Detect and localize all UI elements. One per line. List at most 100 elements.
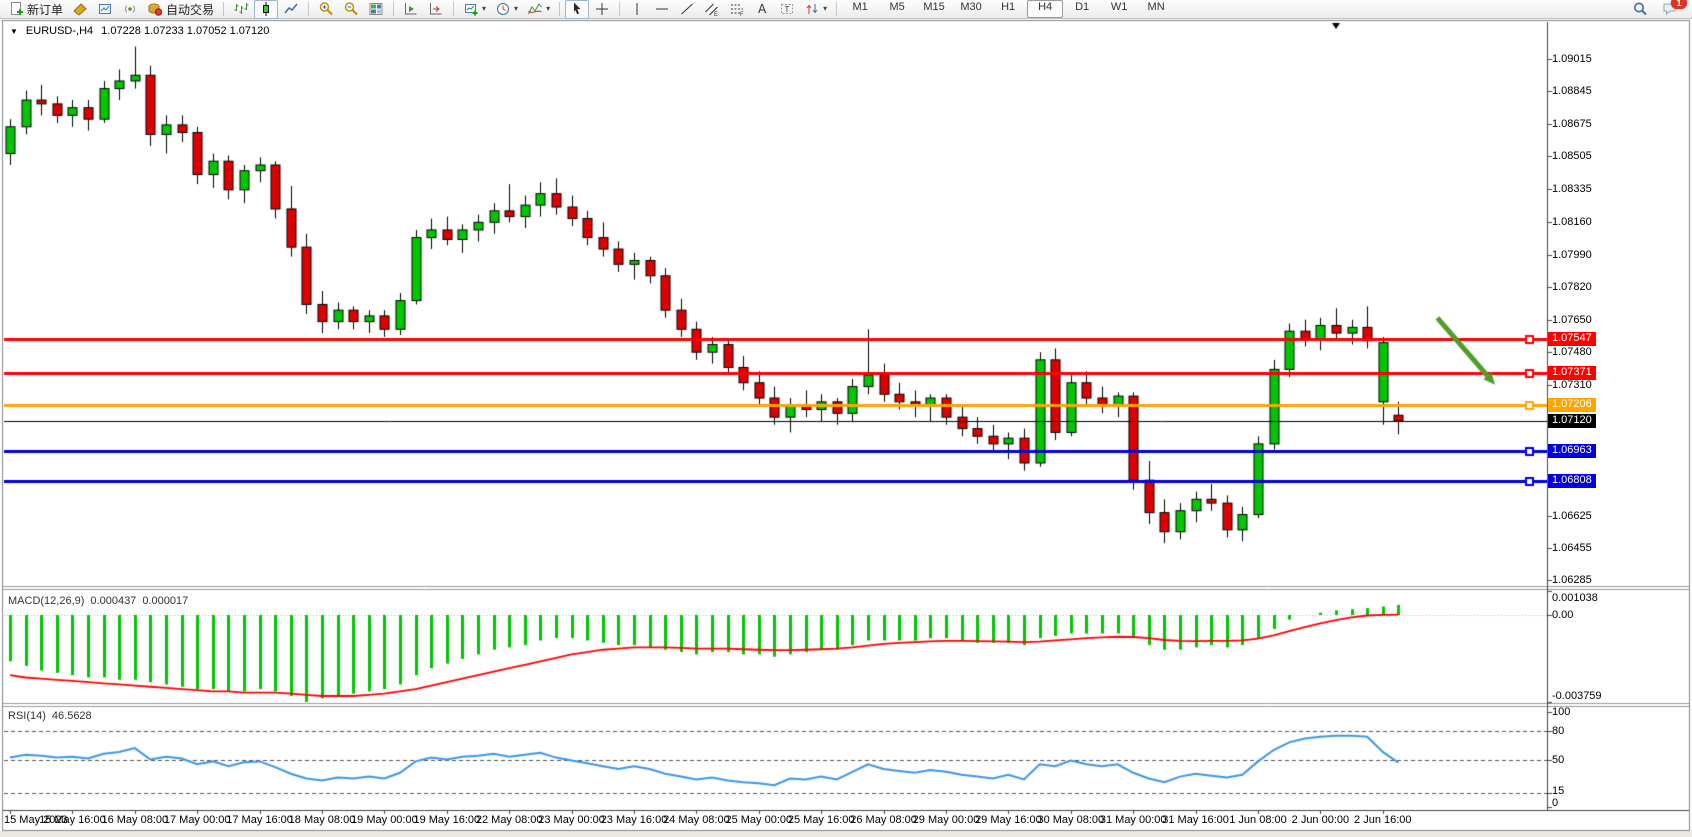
search-icon [1632,1,1648,17]
zoom-out-icon [343,1,359,17]
price-chart-canvas[interactable] [0,0,1692,837]
new-chart-icon [463,1,479,17]
tile-windows-icon [368,1,384,17]
market-watch-button[interactable] [93,0,117,19]
price-tick-label: 1.08335 [1552,183,1592,195]
price-tick-label: 1.06285 [1552,574,1592,586]
macd-name: MACD(12,26,9) [8,595,84,607]
chevron-down-icon: ▾ [823,5,827,13]
price-tick-label: 1.06625 [1552,510,1592,522]
auto-scroll-icon [403,1,419,17]
svg-text:F: F [740,12,744,17]
indicators-icon [527,1,543,17]
zoom-in-button[interactable] [314,0,338,19]
mt4-terminal: 新订单 自动交易 [0,0,1692,837]
price-tick-label: 1.07990 [1552,249,1592,261]
price-tick-label: 1.07310 [1552,379,1592,391]
chart-window-icon [97,1,113,17]
rsi-indicator-label: RSI(14) 46.5628 [8,710,92,722]
cursor-tool-button[interactable] [565,0,589,19]
auto-trading-button[interactable]: 自动交易 [143,0,218,19]
timeframe-button-h1[interactable]: H1 [990,0,1026,18]
crosshair-tool-button[interactable] [590,0,614,19]
auto-trading-icon [147,1,163,17]
chart-shift-icon [428,1,444,17]
toolbar: 新订单 自动交易 [0,0,1692,19]
bar-chart-type-button[interactable] [229,0,253,19]
community-chat-button[interactable]: 1 [1658,0,1682,19]
crosshair-icon [594,1,610,17]
level-price-badge: 1.07547 [1548,332,1596,346]
horizontal-line-tool-button[interactable] [650,0,674,19]
symbol-dropdown-icon[interactable]: ▼ [10,27,18,36]
fibonacci-icon: F [729,1,745,17]
zoom-in-icon [318,1,334,17]
ohlc-values: 1.07228 1.07233 1.07052 1.07120 [101,25,269,37]
chart-title: ▼ EURUSD-,H4 1.07228 1.07233 1.07052 1.0… [10,25,269,37]
tile-windows-button[interactable] [364,0,388,19]
clock-icon [495,1,511,17]
text-label-tool-button[interactable]: T [775,0,799,19]
rsi-name: RSI(14) [8,710,46,722]
timeframe-button-mn[interactable]: MN [1138,0,1174,18]
timeframe-group: M1M5M15M30H1H4D1W1MN [842,0,1174,18]
zoom-out-button[interactable] [339,0,363,19]
rsi-scale-label: 15 [1552,785,1564,797]
chart-shift-button[interactable] [424,0,448,19]
arrows-tool-dropdown[interactable]: ▾ [800,0,831,19]
time-axis-label: 2 Jun 16:00 [1341,814,1425,826]
broadcast-icon [122,1,138,17]
rsi-scale-label: 100 [1552,706,1570,718]
current-price-badge: 1.07120 [1548,414,1596,428]
signals-button[interactable] [118,0,142,19]
svg-text:E: E [714,12,718,17]
level-price-badge: 1.06963 [1548,444,1596,458]
vertical-line-tool-button[interactable] [625,0,649,19]
price-tick-label: 1.08675 [1552,118,1592,130]
price-tick-label: 1.07820 [1552,281,1592,293]
cursor-icon [569,1,585,17]
macd-scale-label: -0.003759 [1552,690,1602,702]
timeframe-button-w1[interactable]: W1 [1101,0,1137,18]
toolbar-separator [453,2,454,16]
indicators-dropdown[interactable]: ▾ [523,0,554,19]
chevron-down-icon: ▾ [514,5,518,13]
metaeditor-button[interactable] [68,0,92,19]
level-price-badge: 1.07206 [1548,398,1596,412]
toolbar-separator [559,2,560,16]
timeframe-button-m30[interactable]: M30 [953,0,989,18]
channel-tool-button[interactable]: E [700,0,724,19]
toolbar-right-group: 1 [1628,0,1688,19]
price-tick-label: 1.08845 [1552,85,1592,97]
new-order-button[interactable]: 新订单 [4,0,67,19]
rsi-scale-label: 0 [1552,797,1558,809]
symbol-period-label: EURUSD-,H4 [26,25,93,37]
timeframe-button-d1[interactable]: D1 [1064,0,1100,18]
price-tick-label: 1.07480 [1552,346,1592,358]
rsi-scale-label: 50 [1552,754,1564,766]
profiles-dropdown[interactable]: ▾ [491,0,522,19]
candlestick-type-button[interactable] [254,0,278,19]
rsi-scale-label: 80 [1552,725,1564,737]
new-order-label: 新订单 [27,1,63,18]
trendline-tool-button[interactable] [675,0,699,19]
price-tick-label: 1.09015 [1552,53,1592,65]
line-chart-icon [283,1,299,17]
line-chart-type-button[interactable] [279,0,303,19]
rsi-value: 46.5628 [52,710,92,722]
auto-trading-label: 自动交易 [166,1,214,18]
timeframe-button-m15[interactable]: M15 [916,0,952,18]
auto-scroll-button[interactable] [399,0,423,19]
text-tool-button[interactable]: A [750,0,774,19]
timeframe-button-h4[interactable]: H4 [1027,0,1063,18]
fibonacci-tool-button[interactable]: F [725,0,749,19]
chevron-down-icon: ▾ [546,5,550,13]
arrows-icon [804,1,820,17]
timeframe-button-m1[interactable]: M1 [842,0,878,18]
search-button[interactable] [1628,0,1652,19]
new-chart-dropdown[interactable]: ▾ [459,0,490,19]
toolbar-separator [619,2,620,16]
timeframe-button-m5[interactable]: M5 [879,0,915,18]
toolbar-separator [836,2,837,16]
notification-badge: 1 [1671,0,1687,9]
